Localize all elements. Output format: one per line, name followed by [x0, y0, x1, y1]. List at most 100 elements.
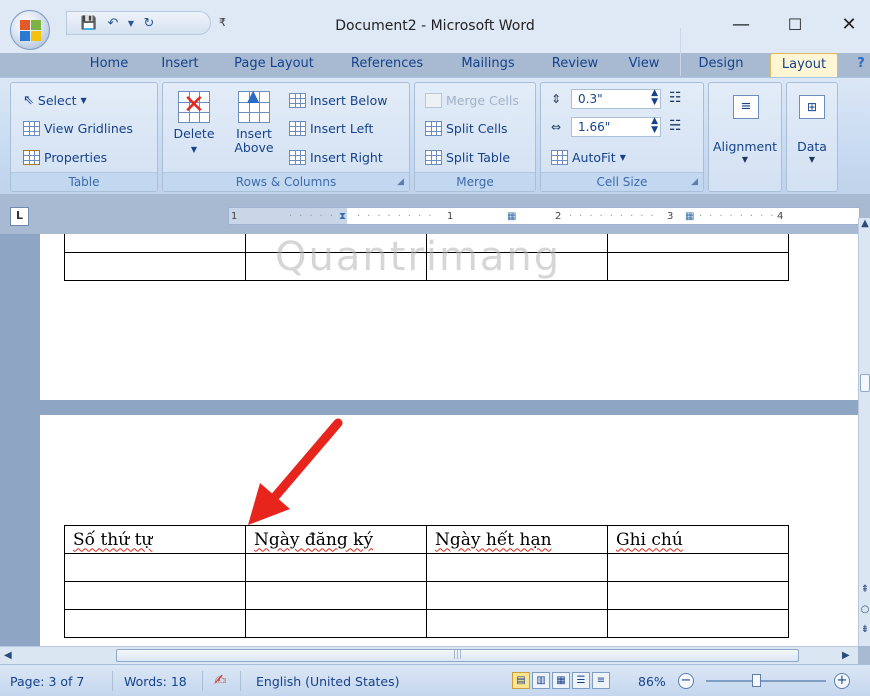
web-layout-icon[interactable]: ▦ — [552, 672, 570, 689]
full-screen-reading-icon[interactable]: ▥ — [532, 672, 550, 689]
tab-page-layout[interactable]: Page Layout — [226, 53, 322, 77]
proofing-icon[interactable]: ✍ — [214, 671, 227, 689]
help-icon[interactable]: ? — [852, 53, 870, 77]
spinner-icon[interactable]: ▲ ▼ — [651, 117, 658, 135]
column-marker-icon[interactable]: ▦ — [685, 211, 694, 222]
tab-review[interactable]: Review — [545, 53, 605, 77]
zoom-slider-track[interactable] — [706, 680, 826, 682]
print-layout-icon[interactable]: ▤ — [512, 672, 530, 689]
table-cell[interactable] — [426, 234, 608, 253]
properties-button[interactable]: Properties — [23, 146, 107, 168]
insert-above-icon: ▲ — [238, 88, 270, 123]
table-cell[interactable] — [426, 252, 608, 281]
page-count[interactable]: Page: 3 of 7 — [10, 674, 84, 689]
indent-marker-icon[interactable]: ⧗ — [339, 211, 346, 222]
save-icon[interactable]: 💾 — [79, 14, 99, 32]
language-indicator[interactable]: English (United States) — [256, 674, 400, 689]
chevron-down-icon[interactable]: ▼ — [127, 14, 135, 32]
table-cell[interactable] — [426, 553, 608, 582]
table-cell[interactable] — [245, 553, 427, 582]
table-header-cell[interactable]: Số thứ tự — [64, 525, 246, 554]
table-cell[interactable] — [607, 234, 789, 253]
split-cells-button[interactable]: Split Cells — [425, 117, 508, 139]
split-table-button[interactable]: Split Table — [425, 146, 510, 168]
table-cell[interactable] — [245, 252, 427, 281]
tab-design[interactable]: Design — [690, 53, 752, 77]
draft-icon[interactable]: ≡ — [592, 672, 610, 689]
select-button[interactable]: ⇖ Select ▼ — [23, 89, 87, 111]
tab-view[interactable]: View — [622, 53, 666, 77]
table-header-cell[interactable]: Ghi chú — [607, 525, 789, 554]
delete-button[interactable]: ✕ Delete ▼ — [167, 90, 221, 171]
document-table[interactable] — [64, 234, 789, 281]
table-cell[interactable] — [64, 553, 246, 582]
merge-cells-button[interactable]: Merge Cells — [425, 89, 519, 111]
spinner-icon[interactable]: ▲ ▼ — [651, 89, 658, 107]
horizontal-ruler[interactable]: 1 ⧗ 1 ▦ 2 3 ▦ 4 ····· ········ ·········… — [228, 207, 860, 225]
dialog-launcher-icon[interactable]: ◢ — [691, 177, 698, 187]
insert-left-button[interactable]: Insert Left — [289, 117, 373, 139]
customize-toolbar-icon[interactable]: ₹ — [219, 16, 226, 29]
dialog-launcher-icon[interactable]: ◢ — [397, 177, 404, 187]
table-cell[interactable] — [245, 234, 427, 253]
table-cell[interactable] — [245, 609, 427, 638]
document-page[interactable] — [40, 234, 858, 400]
tab-home[interactable]: Home — [80, 53, 138, 77]
previous-page-icon[interactable]: ⇞ — [859, 584, 870, 595]
table-cell[interactable] — [245, 581, 427, 610]
minimize-button[interactable]: — — [718, 10, 764, 38]
document-area[interactable]: Quantrimang Số thứ tự Ngày đăng ký Ngày … — [0, 234, 858, 646]
table-cell[interactable] — [64, 581, 246, 610]
distribute-rows-icon[interactable]: ☷ — [669, 90, 682, 106]
view-gridlines-button[interactable]: View Gridlines — [23, 117, 133, 139]
undo-icon[interactable]: ↶ — [103, 14, 123, 32]
table-cell[interactable] — [607, 609, 789, 638]
scroll-up-icon[interactable]: ▲ — [859, 218, 870, 229]
insert-right-button[interactable]: Insert Right — [289, 146, 383, 168]
outline-icon[interactable]: ☰ — [572, 672, 590, 689]
zoom-in-button[interactable]: + — [834, 673, 850, 689]
distribute-columns-icon[interactable]: ☵ — [669, 118, 682, 134]
alignment-group[interactable]: ≡ Alignment ▼ — [708, 82, 782, 192]
word-count[interactable]: Words: 18 — [124, 674, 187, 689]
tab-insert[interactable]: Insert — [154, 53, 206, 77]
zoom-level[interactable]: 86% — [638, 674, 666, 689]
vertical-scrollbar[interactable]: ▲ ⇞ ○ ⇟ — [858, 218, 870, 646]
row-height-input[interactable]: 0.3" ▲ ▼ — [571, 89, 661, 109]
table-cell[interactable] — [607, 553, 789, 582]
column-width-input[interactable]: 1.66" ▲ ▼ — [571, 117, 661, 137]
insert-above-button[interactable]: ▲ Insert Above — [227, 88, 281, 171]
close-button[interactable]: ✕ — [826, 10, 870, 38]
tab-references[interactable]: References — [342, 53, 432, 77]
office-button[interactable] — [10, 10, 50, 50]
table-cell[interactable] — [64, 252, 246, 281]
vertical-scroll-thumb[interactable] — [860, 374, 870, 392]
table-cell[interactable] — [426, 609, 608, 638]
autofit-button[interactable]: AutoFit ▼ — [551, 146, 626, 168]
zoom-out-button[interactable]: − — [678, 673, 694, 689]
maximize-button[interactable]: ☐ — [772, 10, 818, 38]
tab-selector-button[interactable]: L — [10, 207, 29, 226]
table-cell[interactable] — [607, 581, 789, 610]
zoom-slider-thumb[interactable] — [752, 674, 761, 687]
tab-mailings[interactable]: Mailings — [450, 53, 526, 77]
data-group[interactable]: ⊞ Data ▼ — [786, 82, 838, 192]
table-cell[interactable] — [607, 252, 789, 281]
insert-below-button[interactable]: Insert Below — [289, 89, 387, 111]
table-cell[interactable] — [64, 609, 246, 638]
table-cell[interactable] — [64, 234, 246, 253]
tab-layout[interactable]: Layout — [770, 53, 838, 77]
document-table[interactable]: Số thứ tự Ngày đăng ký Ngày hết hạn Ghi … — [64, 525, 789, 638]
redo-icon[interactable]: ↻ — [139, 14, 159, 32]
browse-object-icon[interactable]: ○ — [859, 604, 870, 615]
horizontal-scroll-thumb[interactable]: ||| — [116, 649, 799, 662]
horizontal-scrollbar[interactable]: ◀ ||| ▶ — [0, 646, 858, 664]
scroll-right-icon[interactable]: ▶ — [842, 650, 850, 661]
table-header-cell[interactable]: Ngày hết hạn — [426, 525, 608, 554]
table-cell[interactable] — [426, 581, 608, 610]
scroll-left-icon[interactable]: ◀ — [4, 650, 12, 661]
document-page[interactable]: Số thứ tự Ngày đăng ký Ngày hết hạn Ghi … — [40, 415, 858, 646]
rows-columns-group-label: Rows & Columns — [163, 172, 409, 191]
column-marker-icon[interactable]: ▦ — [507, 211, 516, 222]
next-page-icon[interactable]: ⇟ — [859, 624, 870, 635]
